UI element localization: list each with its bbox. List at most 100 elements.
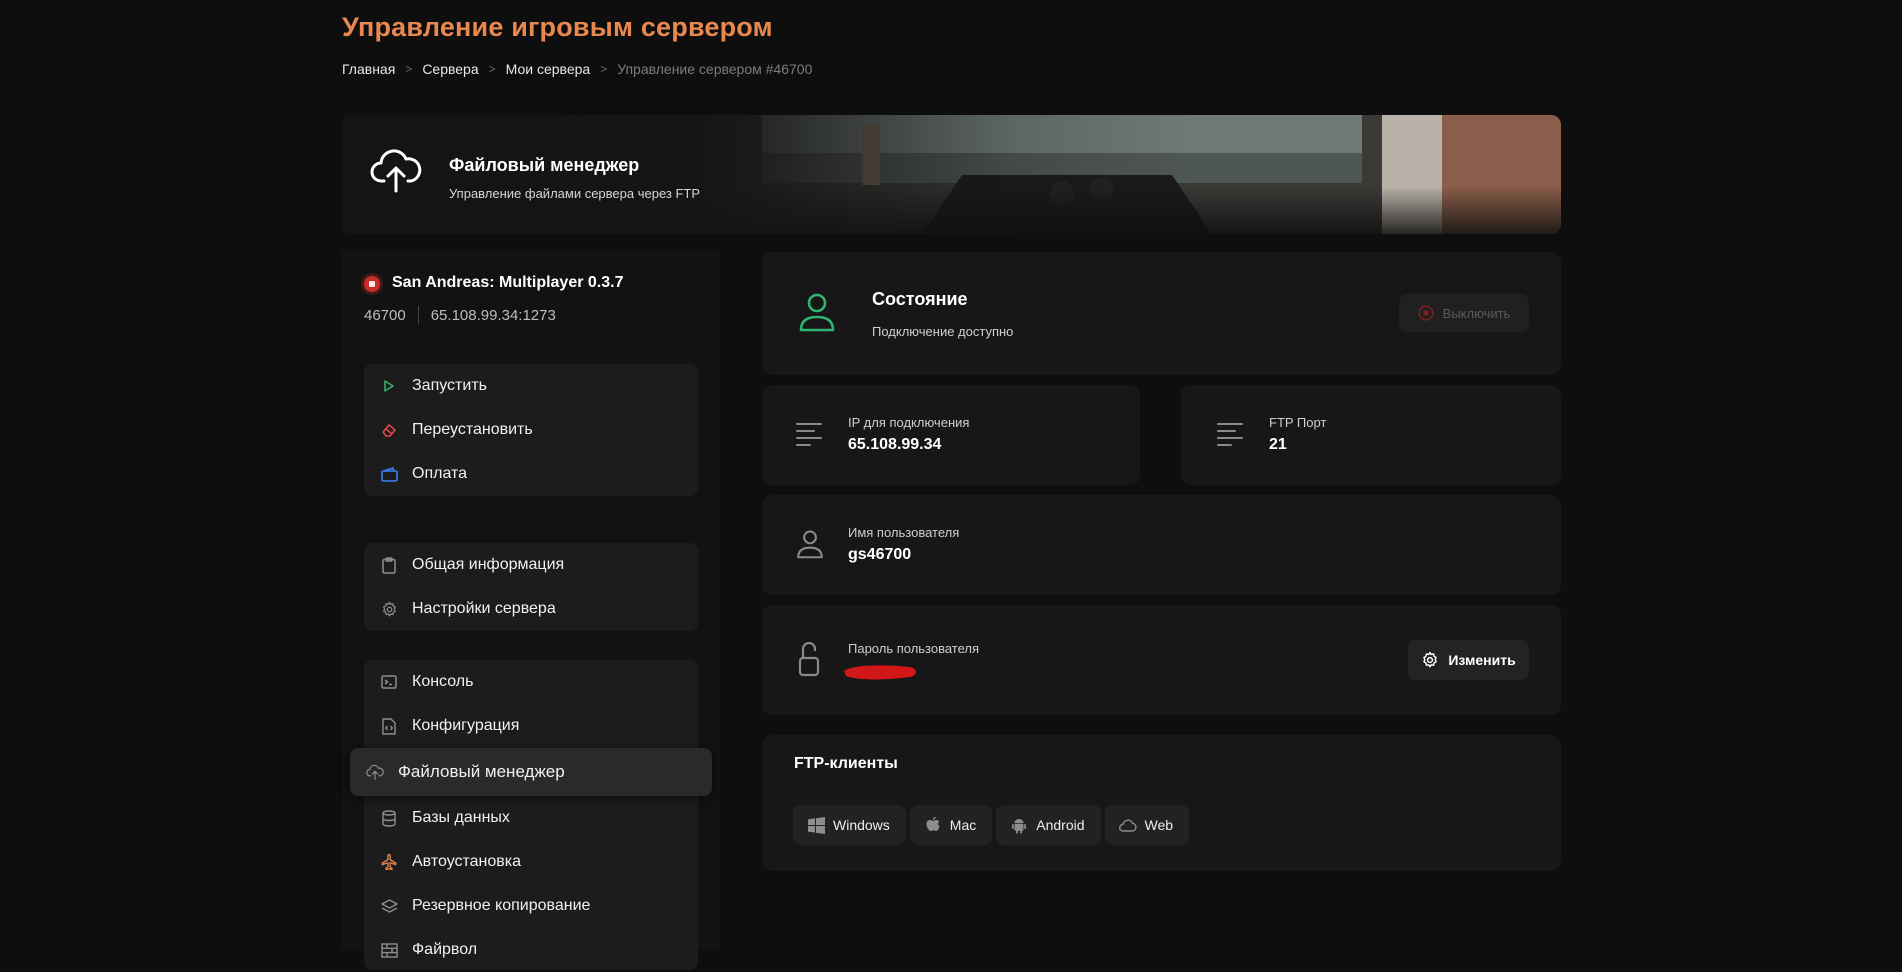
menu-group-info: Общая информация Настройки сервера xyxy=(364,543,698,631)
ftp-port-info: FTP Порт 21 xyxy=(1269,415,1326,454)
status-card: Состояние Подключение доступно Выключить xyxy=(762,252,1561,375)
wallet-icon xyxy=(380,465,398,483)
user-icon xyxy=(798,292,836,337)
sidebar-item-payment[interactable]: Оплата xyxy=(364,452,698,496)
ip-label: IP для подключения xyxy=(848,415,970,430)
username-info: Имя пользователя gs46700 xyxy=(848,525,959,564)
shutdown-button[interactable]: Выключить xyxy=(1399,294,1529,332)
sidebar-item-autoinstall[interactable]: Автоустановка xyxy=(364,840,698,884)
breadcrumb-current: Управление сервером #46700 xyxy=(617,61,813,77)
sidebar-item-label: Файрвол xyxy=(412,941,478,958)
password-info: Пароль пользователя xyxy=(844,641,980,680)
sidebar-item-label: Запустить xyxy=(412,377,487,394)
ip-card: IP для подключения 65.108.99.34 xyxy=(762,385,1140,485)
server-address[interactable]: 65.108.99.34:1273 xyxy=(431,307,556,324)
status-title: Состояние xyxy=(872,289,968,309)
section-banner: Файловый менеджер Управление файлами сер… xyxy=(342,115,1561,234)
ftp-port-value[interactable]: 21 xyxy=(1269,436,1326,454)
sidebar-item-label: Переустановить xyxy=(412,421,533,438)
breadcrumb-separator: > xyxy=(488,62,496,76)
client-web-button[interactable]: Web xyxy=(1104,805,1190,845)
sidebar-item-file-manager[interactable]: Файловый менеджер xyxy=(350,748,712,796)
page-title: Управление игровым сервером xyxy=(342,12,773,42)
lines-icon xyxy=(1217,422,1243,451)
sidebar-item-label: Настройки сервера xyxy=(412,600,556,617)
status-subtitle: Подключение доступно xyxy=(872,324,1014,339)
client-label: Web xyxy=(1144,817,1174,833)
sidebar-item-label: Оплата xyxy=(412,465,468,482)
banner-subtitle: Управление файлами сервера через FTP xyxy=(449,186,701,201)
cloud-icon xyxy=(1118,816,1137,834)
ftp-port-card: FTP Порт 21 xyxy=(1181,385,1561,485)
user-icon xyxy=(796,529,824,564)
menu-group-actions: Запустить Переустановить Оплата xyxy=(364,364,698,496)
server-name: San Andreas: Multiplayer 0.3.7 xyxy=(392,274,624,291)
client-mac-button[interactable]: Mac xyxy=(909,805,993,845)
ftp-port-label: FTP Порт xyxy=(1269,415,1327,430)
ftp-clients-card: FTP-клиенты Windows Mac Android Web xyxy=(762,735,1561,871)
sidebar-item-server-settings[interactable]: Настройки сервера xyxy=(364,587,698,631)
password-label: Пароль пользователя xyxy=(848,641,980,656)
sidebar-item-label: Файловый менеджер xyxy=(398,762,565,781)
cloud-upload-icon xyxy=(370,147,422,193)
database-icon xyxy=(380,809,398,827)
server-id: 46700 xyxy=(364,306,406,324)
breadcrumb-separator: > xyxy=(600,62,608,76)
cloud-upload-icon xyxy=(366,763,384,781)
breadcrumb-separator: > xyxy=(405,62,413,76)
shutdown-button-label: Выключить xyxy=(1442,305,1511,321)
status-text: Состояние Подключение доступно xyxy=(872,289,1013,339)
server-status-indicator xyxy=(364,276,380,292)
sidebar-item-firewall[interactable]: Файрвол xyxy=(364,928,698,972)
sidebar-item-configuration[interactable]: Конфигурация xyxy=(364,704,698,748)
sidebar-item-general-info[interactable]: Общая информация xyxy=(364,543,698,587)
banner-title: Файловый менеджер xyxy=(449,155,640,175)
stop-circle-icon xyxy=(1418,305,1434,321)
server-meta: 46700 65.108.99.34:1273 xyxy=(364,306,556,324)
ip-info: IP для подключения 65.108.99.34 xyxy=(848,415,969,454)
breadcrumb-home[interactable]: Главная xyxy=(342,61,395,77)
sidebar-item-backup[interactable]: Резервное копирование xyxy=(364,884,698,928)
ftp-clients-title: FTP-клиенты xyxy=(794,755,898,772)
password-redaction xyxy=(844,665,916,680)
change-password-label: Изменить xyxy=(1448,652,1516,668)
username-card: Имя пользователя gs46700 xyxy=(762,495,1561,595)
terminal-icon xyxy=(380,673,398,691)
username-value[interactable]: gs46700 xyxy=(848,546,959,564)
username-label: Имя пользователя xyxy=(848,525,960,540)
sidebar-item-databases[interactable]: Базы данных xyxy=(364,796,698,840)
lock-icon xyxy=(798,641,820,682)
gear-icon xyxy=(1421,651,1439,669)
client-label: Android xyxy=(1036,817,1085,833)
clipboard-icon xyxy=(380,556,398,574)
windows-icon xyxy=(807,816,825,834)
client-android-button[interactable]: Android xyxy=(996,805,1101,845)
sidebar-item-label: Базы данных xyxy=(412,809,510,826)
sidebar-item-reinstall[interactable]: Переустановить xyxy=(364,408,698,452)
lines-icon xyxy=(796,422,822,451)
breadcrumb-my-servers[interactable]: Мои сервера xyxy=(506,61,591,77)
password-card: Пароль пользователя Изменить xyxy=(762,605,1561,715)
sidebar-item-label: Консоль xyxy=(412,673,474,690)
sidebar-item-label: Общая информация xyxy=(412,556,565,573)
sidebar-item-console[interactable]: Консоль xyxy=(364,660,698,704)
code-file-icon xyxy=(380,717,398,735)
wall-icon xyxy=(380,941,398,959)
breadcrumb-servers[interactable]: Сервера xyxy=(422,61,478,77)
ftp-clients-list: Windows Mac Android Web xyxy=(793,805,1193,845)
ip-value[interactable]: 65.108.99.34 xyxy=(848,436,969,454)
client-label: Windows xyxy=(833,817,890,833)
sidebar-item-label: Автоустановка xyxy=(412,853,522,870)
client-windows-button[interactable]: Windows xyxy=(793,805,906,845)
layers-icon xyxy=(380,897,398,915)
play-icon xyxy=(380,377,398,395)
breadcrumb: Главная > Сервера > Мои сервера > Управл… xyxy=(342,61,812,77)
gear-icon xyxy=(380,600,398,618)
change-password-button[interactable]: Изменить xyxy=(1408,640,1529,680)
menu-group-management: Консоль Конфигурация Файловый менеджер Б… xyxy=(350,660,712,972)
client-label: Mac xyxy=(949,817,977,833)
sidebar-item-start[interactable]: Запустить xyxy=(364,364,698,408)
plane-icon xyxy=(380,853,398,871)
sidebar: San Andreas: Multiplayer 0.3.7 46700 65.… xyxy=(342,250,720,970)
android-icon xyxy=(1010,816,1028,834)
